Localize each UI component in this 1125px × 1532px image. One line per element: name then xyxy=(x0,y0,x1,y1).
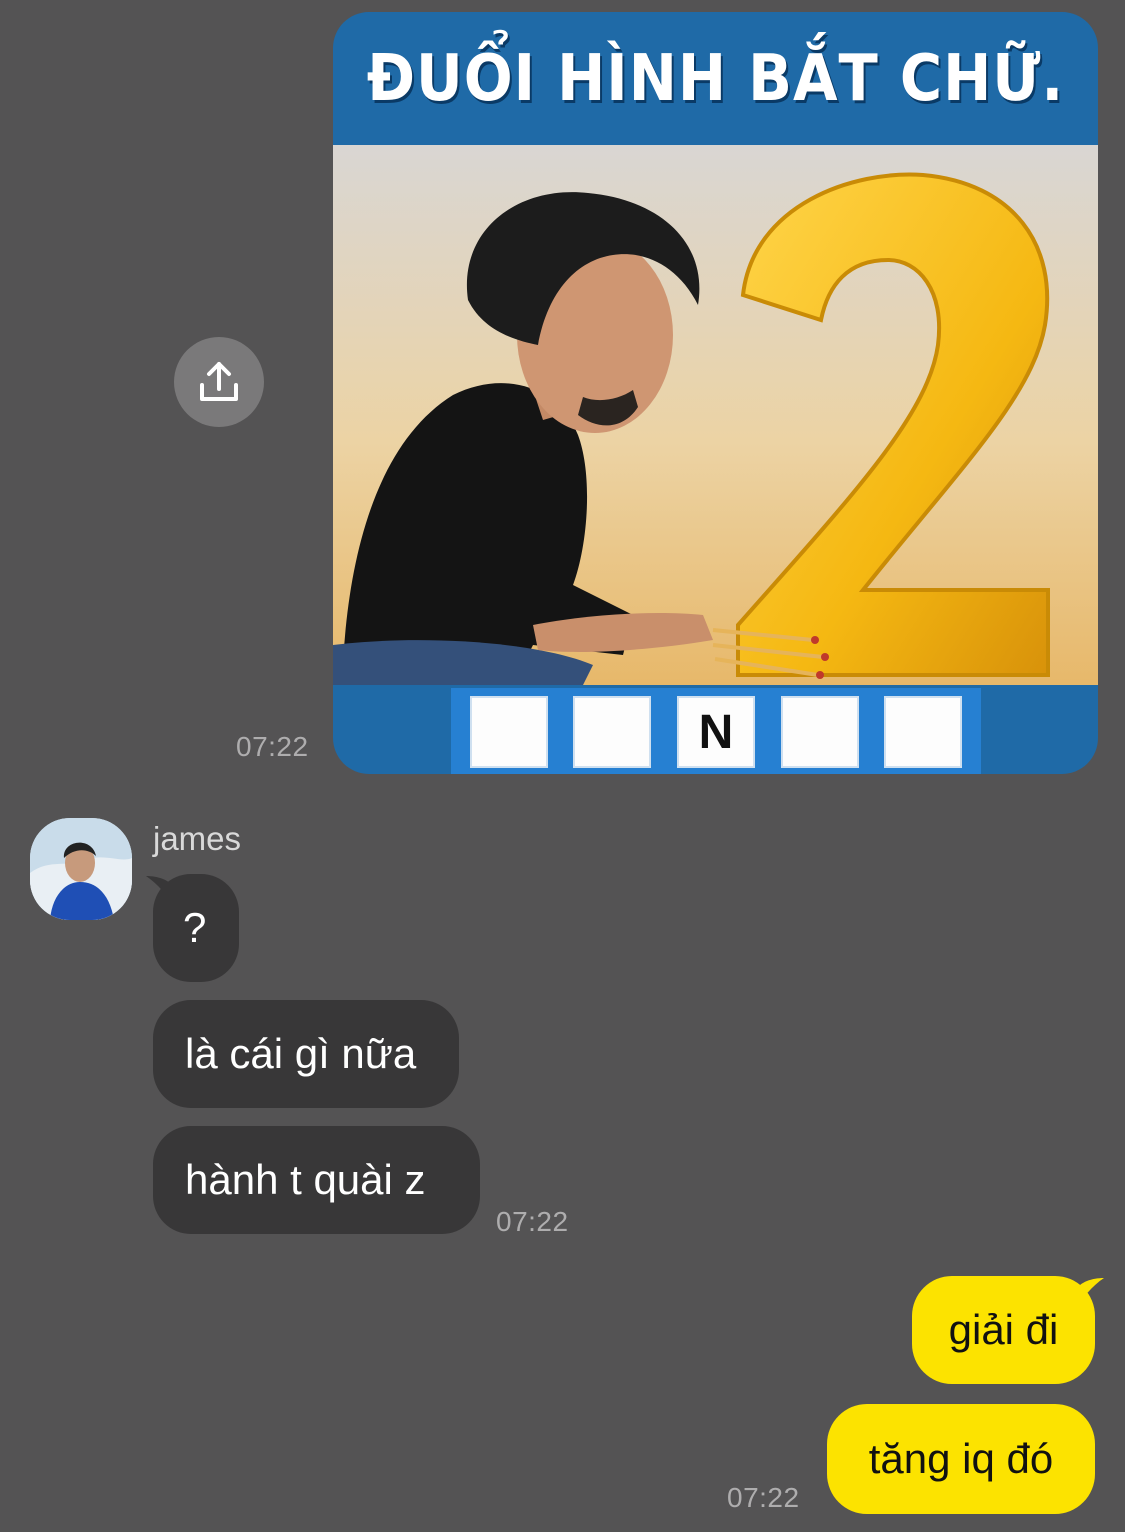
incoming-message-bubble[interactable]: ? xyxy=(153,874,239,982)
share-button[interactable] xyxy=(174,337,264,427)
outgoing-message-time: 07:22 xyxy=(727,1482,800,1513)
answer-box xyxy=(884,696,963,768)
incoming-message-time: 07:22 xyxy=(496,1206,569,1237)
image-message[interactable]: ĐUỔI HÌNH BẮT CHỮ. N xyxy=(333,12,1098,774)
user-avatar xyxy=(30,818,132,920)
puzzle-title: ĐUỔI HÌNH BẮT CHỮ. xyxy=(366,41,1065,116)
outgoing-message-bubble[interactable]: tăng iq đó xyxy=(827,1404,1095,1514)
answer-box xyxy=(469,696,548,768)
puzzle-illustration xyxy=(333,145,1098,685)
incoming-message-bubble[interactable]: hành t quài z xyxy=(153,1126,480,1234)
outgoing-message-bubble[interactable]: giải đi xyxy=(912,1276,1095,1384)
sender-name: james xyxy=(153,820,242,857)
incoming-message-bubble[interactable]: là cái gì nữa xyxy=(153,1000,459,1108)
share-upload-icon xyxy=(200,362,238,401)
answer-box: N xyxy=(676,696,755,768)
avatar[interactable] xyxy=(30,818,132,920)
answer-box xyxy=(573,696,652,768)
image-message-time: 07:22 xyxy=(236,731,309,762)
answer-box xyxy=(780,696,859,768)
answer-boxes: N xyxy=(451,688,981,774)
